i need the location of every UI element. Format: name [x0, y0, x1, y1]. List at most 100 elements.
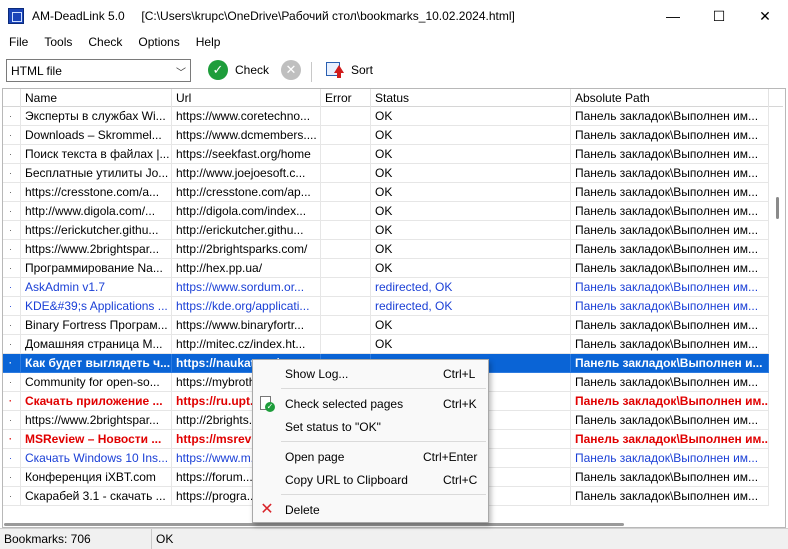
cell-status[interactable]: OK [371, 240, 571, 259]
cell-url[interactable]: https://kde.org/applicati... [172, 297, 321, 316]
cell-name[interactable]: Скарабей 3.1 - скачать ... [21, 487, 172, 506]
menu-check[interactable]: Check [79, 35, 129, 49]
maximize-button[interactable]: ☐ [696, 0, 742, 32]
row-indicator[interactable]: · [3, 259, 21, 278]
cell-status[interactable]: OK [371, 316, 571, 335]
cell-url[interactable]: http://hex.pp.ua/ [172, 259, 321, 278]
row-indicator[interactable]: · [3, 316, 21, 335]
menu-tools[interactable]: Tools [35, 35, 79, 49]
cell-name[interactable]: Программирование Na... [21, 259, 172, 278]
cell-status[interactable]: OK [371, 107, 571, 126]
cell-path[interactable]: Панель закладок\Выполнен им... [571, 373, 769, 392]
minimize-button[interactable]: — [650, 0, 696, 32]
table-row[interactable]: · Программирование Na... http://hex.pp.ua/… [3, 259, 769, 278]
ctx-set-status-ok[interactable]: Set status to "OK" [253, 416, 488, 438]
table-row[interactable]: · Поиск текста в файлах |... https://seekf… [3, 145, 769, 164]
cell-url[interactable]: http://digola.com/index... [172, 202, 321, 221]
cell-url[interactable]: https://seekfast.org/home [172, 145, 321, 164]
close-button[interactable]: ✕ [742, 0, 788, 32]
cell-path[interactable]: Панель закладок\Выполнен им... [571, 430, 769, 449]
stop-button[interactable]: ✕ [281, 60, 301, 80]
row-indicator[interactable]: · [3, 221, 21, 240]
cell-status[interactable]: OK [371, 335, 571, 354]
cell-name[interactable]: Binary Fortress Програм... [21, 316, 172, 335]
cell-path[interactable]: Панель закладок\Выполнен им... [571, 107, 769, 126]
header-indicator[interactable] [3, 89, 21, 107]
row-indicator[interactable]: · [3, 164, 21, 183]
row-indicator[interactable]: · [3, 354, 21, 373]
row-indicator[interactable]: · [3, 468, 21, 487]
table-row[interactable]: · Бесплатные утилиты Jo... http://www.joej… [3, 164, 769, 183]
cell-path[interactable]: Панель закладок\Выполнен им... [571, 164, 769, 183]
row-indicator[interactable]: · [3, 373, 21, 392]
cell-name[interactable]: KDE&#39;s Applications ... [21, 297, 172, 316]
row-indicator[interactable]: · [3, 145, 21, 164]
cell-url[interactable]: http://2brightsparks.com/ [172, 240, 321, 259]
cell-name[interactable]: Домашняя страница M... [21, 335, 172, 354]
cell-name[interactable]: Скачать приложение ... [21, 392, 172, 411]
cell-url[interactable]: http://mitec.cz/index.ht... [172, 335, 321, 354]
menu-file[interactable]: File [0, 35, 35, 49]
cell-path[interactable]: Панель закладок\Выполнен им... [571, 126, 769, 145]
row-indicator[interactable]: · [3, 278, 21, 297]
cell-name[interactable]: Скачать Windows 10 Ins... [21, 449, 172, 468]
cell-path[interactable]: Панель закладок\Выполнен им... [571, 278, 769, 297]
cell-path[interactable]: Панель закладок\Выполнен им... [571, 316, 769, 335]
table-row[interactable]: · https://cresstone.com/a... http://cresst… [3, 183, 769, 202]
row-indicator[interactable]: · [3, 202, 21, 221]
cell-path[interactable]: Панель закладок\Выполнен им... [571, 335, 769, 354]
sort-button[interactable]: Sort [325, 61, 373, 79]
cell-error[interactable] [321, 316, 371, 335]
cell-status[interactable]: OK [371, 202, 571, 221]
cell-path[interactable]: Панель закладок\Выполнен им... [571, 259, 769, 278]
ctx-delete[interactable]: ✕ Delete [253, 499, 488, 521]
cell-status[interactable]: OK [371, 221, 571, 240]
cell-path[interactable]: Панель закладок\Выполнен им... [571, 297, 769, 316]
cell-name[interactable]: Конференция iXBT.com [21, 468, 172, 487]
cell-status[interactable]: OK [371, 259, 571, 278]
cell-path[interactable]: Панель закладок\Выполнен им... [571, 183, 769, 202]
row-indicator[interactable]: · [3, 392, 21, 411]
cell-name[interactable]: Поиск текста в файлах |... [21, 145, 172, 164]
cell-name[interactable]: https://www.2brightspar... [21, 240, 172, 259]
cell-error[interactable] [321, 278, 371, 297]
cell-path[interactable]: Панель закладок\Выполнен и... [571, 354, 769, 373]
cell-name[interactable]: Community for open-so... [21, 373, 172, 392]
cell-error[interactable] [321, 259, 371, 278]
menu-help[interactable]: Help [187, 35, 228, 49]
cell-path[interactable]: Панель закладок\Выполнен им... [571, 468, 769, 487]
cell-status[interactable]: OK [371, 164, 571, 183]
table-row[interactable]: · Binary Fortress Програм... https://www.b… [3, 316, 769, 335]
row-indicator[interactable]: · [3, 430, 21, 449]
ctx-open-page[interactable]: Open page Ctrl+Enter [253, 446, 488, 468]
table-row[interactable]: · https://erickutcher.githu... http://eric… [3, 221, 769, 240]
row-indicator[interactable]: · [3, 183, 21, 202]
cell-url[interactable]: https://www.coretechno... [172, 107, 321, 126]
row-indicator[interactable]: · [3, 335, 21, 354]
header-error[interactable]: Error [321, 89, 371, 107]
cell-name[interactable]: Эксперты в службах Wi... [21, 107, 172, 126]
cell-error[interactable] [321, 145, 371, 164]
header-absolute-path[interactable]: Absolute Path [571, 89, 769, 107]
cell-path[interactable]: Панель закладок\Выполнен им... [571, 202, 769, 221]
row-indicator[interactable]: · [3, 107, 21, 126]
row-indicator[interactable]: · [3, 487, 21, 506]
row-indicator[interactable]: · [3, 126, 21, 145]
horizontal-scroll-thumb[interactable] [4, 523, 624, 526]
cell-path[interactable]: Панель закладок\Выполнен им... [571, 145, 769, 164]
header-status[interactable]: Status [371, 89, 571, 107]
cell-error[interactable] [321, 240, 371, 259]
ctx-copy-url[interactable]: Copy URL to Clipboard Ctrl+C [253, 469, 488, 491]
cell-url[interactable]: https://www.sordum.or... [172, 278, 321, 297]
cell-error[interactable] [321, 335, 371, 354]
cell-error[interactable] [321, 202, 371, 221]
header-name[interactable]: Name [21, 89, 172, 107]
cell-name[interactable]: Бесплатные утилиты Jo... [21, 164, 172, 183]
row-indicator[interactable]: · [3, 411, 21, 430]
row-indicator[interactable]: · [3, 297, 21, 316]
row-indicator[interactable]: · [3, 240, 21, 259]
table-row[interactable]: · https://www.2brightspar... http://2brigh… [3, 240, 769, 259]
table-row[interactable]: · http://www.digola.com/... http://digola.… [3, 202, 769, 221]
cell-url[interactable]: http://cresstone.com/ap... [172, 183, 321, 202]
cell-status[interactable]: OK [371, 183, 571, 202]
